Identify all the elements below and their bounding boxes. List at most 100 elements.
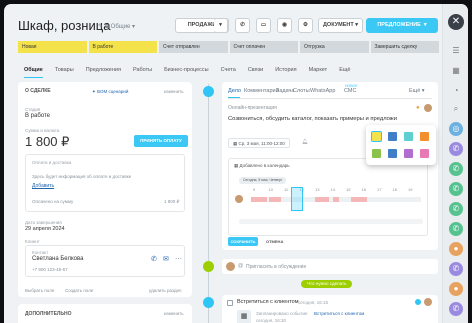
- search-icon[interactable]: ⌕: [449, 102, 463, 116]
- document-button[interactable]: ДОКУМЕНТ ▾: [318, 18, 363, 33]
- offer-button[interactable]: ПРЕДЛОЖЕНИЕ ▾: [366, 18, 438, 33]
- phone-button[interactable]: ✆: [235, 18, 250, 33]
- phone-icon[interactable]: ✆: [449, 302, 463, 316]
- chat-icon[interactable]: ◎: [449, 122, 463, 136]
- color-swatch[interactable]: [420, 132, 429, 141]
- chat-icon[interactable]: ✉: [163, 255, 169, 263]
- tab-1[interactable]: Общие: [18, 62, 49, 78]
- tab-2[interactable]: Товары: [49, 62, 80, 78]
- edit-icon[interactable]: ✎ ⧉: [98, 24, 111, 30]
- comment-input[interactable]: @ Пригласить в обсуждение: [222, 259, 438, 274]
- meeting-status: Запланировано событие: [256, 311, 308, 316]
- star-icon[interactable]: ●: [416, 105, 420, 111]
- delete-section-link[interactable]: удалить раздел: [149, 288, 182, 293]
- activity-tab-1[interactable]: Дело: [228, 88, 241, 94]
- bell-icon[interactable]: ◔: [449, 84, 463, 98]
- activity-tab-5[interactable]: WhatsApp: [310, 88, 335, 94]
- hour-label: 16: [361, 187, 366, 192]
- list-icon[interactable]: ☰: [449, 44, 463, 58]
- stage-6[interactable]: Завершить сделку: [370, 41, 439, 53]
- message-button[interactable]: ▭: [256, 18, 271, 33]
- stage-5[interactable]: Отгрузка: [300, 41, 369, 53]
- meeting-title[interactable]: Встретиться с клиентом: [237, 299, 299, 305]
- save-button[interactable]: СОХРАНИТЬ: [228, 237, 258, 246]
- sales-button-label: ПРОДАЖИ: [187, 22, 217, 28]
- phone-icon[interactable]: ✆: [449, 262, 463, 276]
- stage-4[interactable]: Счет оплачен: [229, 41, 298, 53]
- create-field-link[interactable]: Создать поле: [65, 288, 93, 293]
- tab-4[interactable]: Работы: [127, 62, 158, 78]
- comment-dot-icon: [203, 261, 214, 272]
- cancel-button[interactable]: ОТМЕНА: [266, 239, 283, 244]
- stage-1[interactable]: Новая: [18, 41, 87, 53]
- activity-text[interactable]: Созвониться, обсудить каталог, показать …: [228, 116, 397, 122]
- activity-tab-6[interactable]: СМС: [344, 88, 356, 94]
- activity-tab-4[interactable]: Слоты: [293, 88, 310, 94]
- tab-8[interactable]: История: [269, 62, 302, 78]
- stage-value: В работе: [25, 113, 51, 119]
- meeting-subtitle[interactable]: Встретиться с клиентом: [314, 311, 364, 316]
- accept-payment-button[interactable]: ПРИНЯТЬ ОПЛАТУ: [134, 135, 188, 147]
- status-button[interactable]: ◉: [277, 18, 292, 33]
- activity-tab-2[interactable]: Комментарий: [244, 88, 279, 94]
- meeting-item[interactable]: Встретиться с клиентом сегодня, 16:15 ▦ …: [222, 295, 438, 323]
- tab-7[interactable]: Связи: [242, 62, 269, 78]
- phone-icon[interactable]: ✆: [449, 202, 463, 216]
- activity-tab-3[interactable]: Задача: [276, 88, 294, 94]
- hour-label: 14: [330, 187, 335, 192]
- contact-phone[interactable]: +7 900 123-45-67: [32, 267, 68, 272]
- avatar[interactable]: ●: [449, 282, 463, 296]
- document-button-label: ДОКУМЕНТ: [323, 22, 354, 28]
- avatar[interactable]: ●: [449, 242, 463, 256]
- tab-3[interactable]: Предложения: [80, 62, 127, 78]
- phone-icon[interactable]: ✆: [449, 162, 463, 176]
- deal-category[interactable]: ✎ ⧉ Общие ▾: [98, 23, 135, 31]
- call-icon[interactable]: ✆: [151, 255, 157, 263]
- hour-label: 17: [377, 187, 382, 192]
- sales-dropdown[interactable]: ▾: [214, 18, 228, 33]
- phone-icon[interactable]: ✆: [449, 182, 463, 196]
- color-picker-popup: [366, 125, 436, 165]
- tab-5[interactable]: Бизнес-процессы: [158, 62, 215, 78]
- date-chip[interactable]: ▦ Ср, 3 мая, 11:00-12:00: [228, 138, 290, 148]
- color-swatch[interactable]: [404, 149, 413, 158]
- avatar[interactable]: [424, 104, 432, 112]
- copilot-link[interactable]: ✦ BOM сценарий: [92, 89, 128, 95]
- tab-10[interactable]: Ещё: [333, 62, 356, 78]
- color-swatch[interactable]: [388, 132, 397, 141]
- busy-segment: [351, 197, 367, 202]
- color-swatch[interactable]: [372, 149, 381, 158]
- grid-icon[interactable]: ▦: [449, 64, 463, 78]
- color-swatch[interactable]: [420, 149, 429, 158]
- close-icon[interactable]: ✕: [448, 14, 464, 30]
- extra-card: ДОПОЛНИТЕЛЬНО изменить: [18, 304, 192, 323]
- deal-title[interactable]: Шкаф, розница: [18, 18, 110, 33]
- more-tab[interactable]: Ещё ▾: [409, 88, 425, 94]
- edit-link[interactable]: изменить: [164, 89, 184, 94]
- color-swatch[interactable]: [371, 131, 382, 142]
- choose-field-link[interactable]: Выбрать поле: [25, 288, 54, 293]
- settings-button[interactable]: ⚙: [298, 18, 313, 33]
- contact-name[interactable]: Светлана Белкова: [32, 256, 83, 262]
- selected-slot[interactable]: [291, 187, 303, 211]
- checkbox[interactable]: [227, 300, 233, 306]
- client-label: Клиент: [25, 239, 40, 244]
- activity-type[interactable]: Онлайн-презентация: [228, 105, 277, 111]
- add-payment-link[interactable]: Добавить: [32, 183, 54, 189]
- payment-label: Оплата и доставка: [32, 160, 72, 165]
- extra-edit-link[interactable]: изменить: [164, 311, 184, 316]
- phone-icon[interactable]: ✆: [449, 142, 463, 156]
- calendar-scrollbar[interactable]: [239, 219, 423, 224]
- tab-9[interactable]: Маркет: [303, 62, 334, 78]
- activity-editor: Дело Комментарий Задача Слоты WhatsApp СМС НО…: [222, 82, 438, 250]
- phone-icon[interactable]: ✆: [449, 222, 463, 236]
- stage-2[interactable]: В работе: [88, 41, 157, 53]
- extra-section-title: ДОПОЛНИТЕЛЬНО: [25, 311, 72, 317]
- more-icon[interactable]: ⋯: [175, 255, 182, 263]
- color-swatch[interactable]: [404, 132, 413, 141]
- tab-6[interactable]: Счета: [215, 62, 242, 78]
- color-swatch[interactable]: [388, 149, 397, 158]
- deal-tabs: Общие Товары Предложения Работы Бизнес-проце…: [18, 62, 439, 78]
- bell-icon[interactable]: 🔔︎: [302, 139, 308, 145]
- stage-3[interactable]: Счет отправлен: [159, 41, 228, 53]
